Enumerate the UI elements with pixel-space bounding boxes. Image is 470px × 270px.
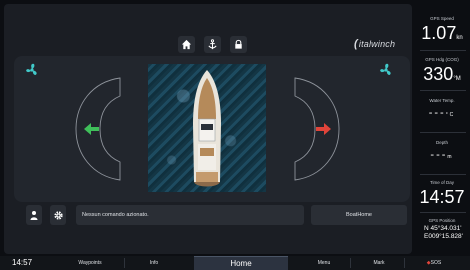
user-button[interactable] xyxy=(26,205,42,225)
settings-button[interactable] xyxy=(50,205,66,225)
thruster-right-button[interactable] xyxy=(293,76,343,182)
readout-value: 330°M xyxy=(423,64,461,84)
readout-label: Water Temp. xyxy=(429,98,455,103)
gps-speed-readout: GPS Speed 1.07kn xyxy=(414,16,470,44)
readout-label: Depth xyxy=(435,140,448,145)
home-icon xyxy=(181,39,192,50)
sos-label: SOS xyxy=(430,260,442,266)
tab-info[interactable]: Info xyxy=(132,256,176,270)
sos-button[interactable]: ◆SOS xyxy=(414,256,454,270)
anchor-icon xyxy=(208,39,217,50)
gps-heading-readout: GPS Hdg (COG) 330°M xyxy=(414,57,470,85)
readout-value: 1.07kn xyxy=(421,23,463,43)
readout-label: GPS Speed xyxy=(430,16,454,21)
brand-logo: (italwinch xyxy=(354,38,396,50)
tab-home[interactable]: Home xyxy=(194,256,288,270)
thruster-left-button[interactable] xyxy=(72,76,122,182)
arrow-left-icon xyxy=(84,123,99,135)
boat-image xyxy=(193,70,221,187)
boat-camera-view xyxy=(148,64,266,192)
brand-name: italwinch xyxy=(358,39,396,49)
gps-latitude: N 45°34.031' xyxy=(424,225,462,232)
anchor-button[interactable] xyxy=(204,36,221,53)
gps-longitude: E009°15.828' xyxy=(424,233,463,240)
readout-label: GPS Hdg (COG) xyxy=(425,57,459,62)
fan-icon xyxy=(380,63,391,75)
water-temp-readout: Water Temp. ---°C xyxy=(414,98,470,119)
clock: 14:57 xyxy=(12,258,33,267)
tab-mark[interactable]: Mark xyxy=(358,256,400,270)
readout-value: ---m xyxy=(430,149,454,161)
lock-button[interactable] xyxy=(230,36,247,53)
boat-home-button[interactable]: BoatHome xyxy=(311,205,407,225)
depth-readout: Depth ---m xyxy=(414,140,470,161)
tab-menu[interactable]: Menu xyxy=(302,256,346,270)
time-of-day-readout: Time of Day 14:57 xyxy=(414,180,470,208)
lock-icon xyxy=(235,39,242,49)
gear-icon xyxy=(53,210,63,220)
tab-waypoints[interactable]: Waypoints xyxy=(62,256,118,270)
readout-value: ---°C xyxy=(428,107,456,119)
fan-icon xyxy=(26,63,37,75)
person-icon xyxy=(30,211,38,220)
arrow-right-icon xyxy=(316,123,331,135)
readout-value: 14:57 xyxy=(419,187,465,207)
gps-position-label: GPS Position xyxy=(428,218,456,223)
nav-readouts-panel: GPS Speed 1.07kn GPS Hdg (COG) 330°M Wat… xyxy=(414,4,470,254)
status-message: Nessun comando azionato. xyxy=(76,205,304,225)
home-mode-button[interactable] xyxy=(178,36,195,53)
readout-label: Time of Day xyxy=(429,180,455,185)
